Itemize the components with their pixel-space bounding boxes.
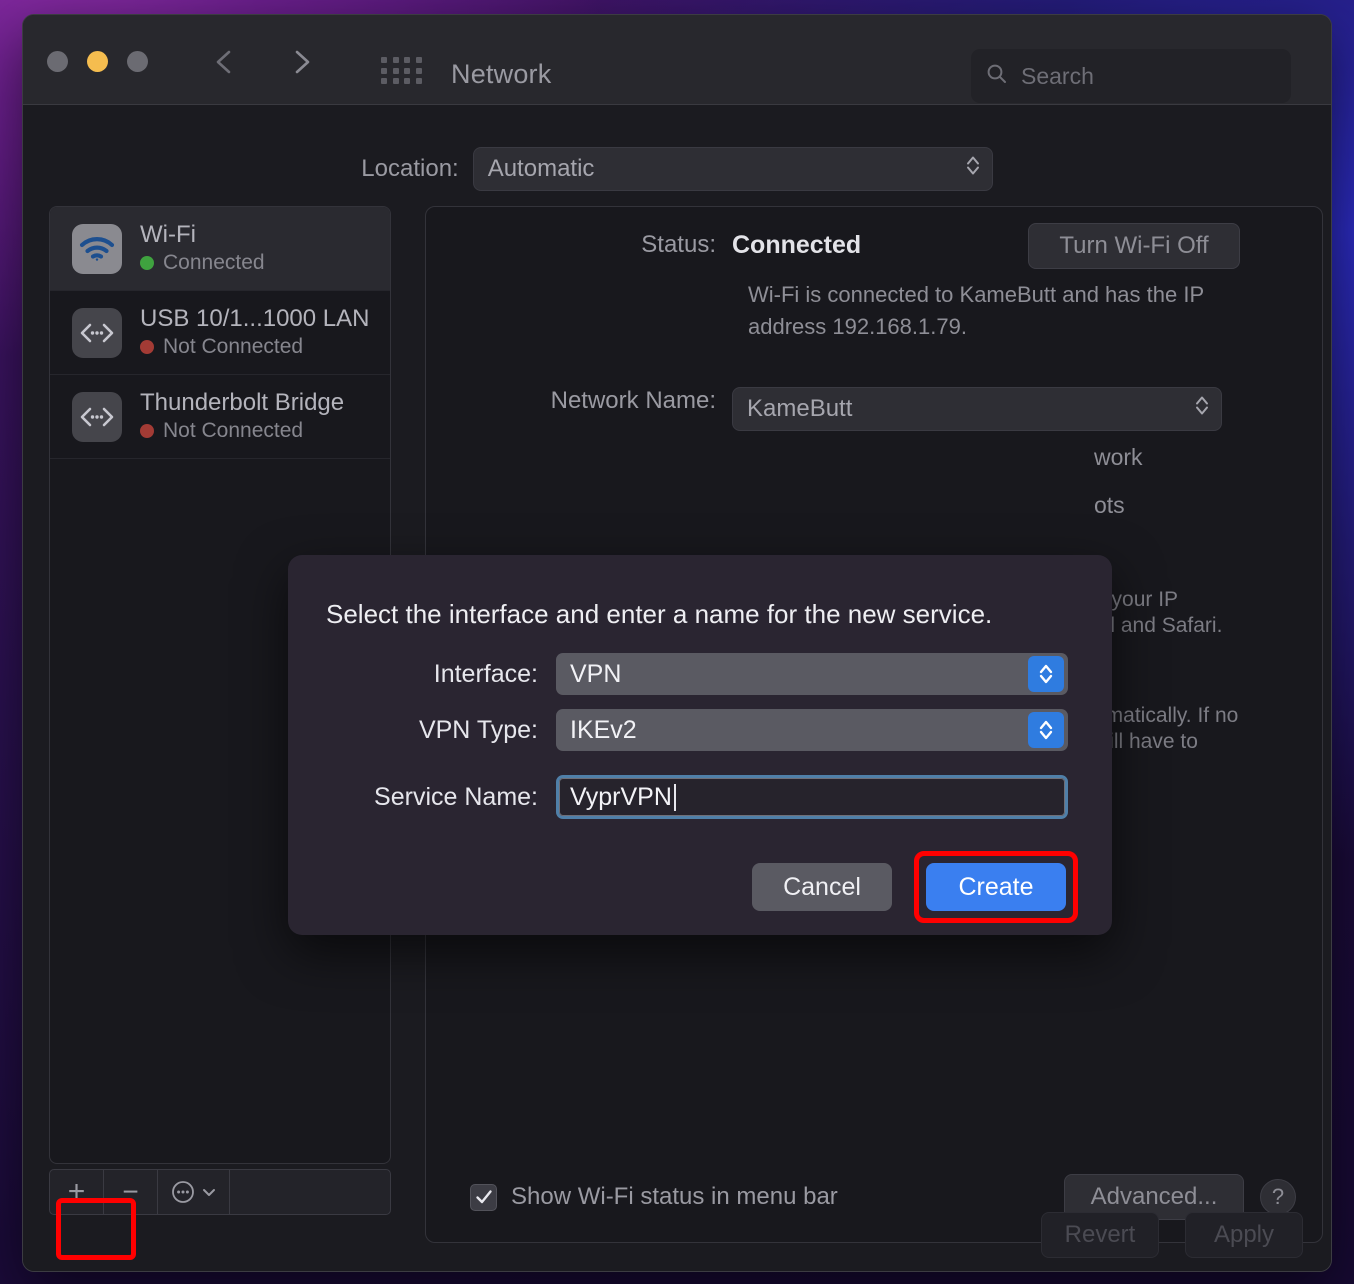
minimize-button[interactable] bbox=[87, 51, 108, 72]
location-row: Location: Automatic bbox=[23, 147, 1331, 191]
service-status: Not Connected bbox=[140, 335, 369, 359]
search-input[interactable]: Search bbox=[971, 49, 1291, 103]
create-button[interactable]: Create bbox=[926, 863, 1066, 911]
text-caret bbox=[674, 784, 676, 811]
chevron-updown-icon bbox=[964, 153, 982, 186]
service-status-label: Not Connected bbox=[163, 335, 303, 359]
zoom-button[interactable] bbox=[127, 51, 148, 72]
network-name-label: Network Name: bbox=[426, 387, 732, 415]
service-text-group: Wi-Fi Connected bbox=[140, 222, 265, 275]
vpn-type-value: IKEv2 bbox=[570, 716, 637, 745]
checkmark-icon bbox=[474, 1187, 494, 1207]
ellipsis-circle-icon bbox=[170, 1179, 196, 1205]
service-name: Wi-Fi bbox=[140, 222, 265, 249]
service-status-label: Not Connected bbox=[163, 419, 303, 443]
service-name-row: Service Name: VyprVPN bbox=[288, 775, 1068, 819]
service-status: Connected bbox=[140, 251, 265, 275]
interface-popup-button[interactable]: VPN bbox=[556, 653, 1068, 695]
interface-label: Interface: bbox=[288, 660, 556, 689]
status-dot-icon bbox=[140, 256, 154, 270]
search-placeholder: Search bbox=[1021, 63, 1094, 90]
services-toolbar: + − bbox=[49, 1169, 391, 1215]
service-row-usb-lan[interactable]: USB 10/1...1000 LAN Not Connected bbox=[50, 291, 390, 375]
location-label: Location: bbox=[361, 155, 458, 183]
service-status-label: Connected bbox=[163, 251, 265, 275]
wifi-icon bbox=[72, 224, 122, 274]
obscured-label-networks: work bbox=[1094, 444, 1143, 471]
chevron-down-icon bbox=[201, 1184, 217, 1200]
status-description: Wi-Fi is connected to KameButt and has t… bbox=[748, 279, 1248, 343]
service-action-menu-button[interactable] bbox=[158, 1170, 230, 1214]
chevron-updown-icon bbox=[1028, 712, 1064, 748]
service-name-label: Service Name: bbox=[288, 783, 556, 812]
search-icon bbox=[985, 62, 1009, 91]
vpn-type-popup-button[interactable]: IKEv2 bbox=[556, 709, 1068, 751]
ethernet-icon bbox=[72, 392, 122, 442]
traffic-lights bbox=[47, 51, 148, 72]
minus-icon: − bbox=[122, 1178, 138, 1206]
revert-button[interactable]: Revert bbox=[1041, 1212, 1159, 1258]
interface-value: VPN bbox=[570, 660, 621, 689]
network-name-row: Network Name: KameButt bbox=[426, 387, 1322, 431]
service-name: Thunderbolt Bridge bbox=[140, 390, 344, 417]
toolbar-empty-space bbox=[230, 1170, 390, 1214]
status-value: Connected bbox=[732, 231, 861, 260]
network-preferences-window: Network Search Location: Automatic bbox=[22, 14, 1332, 1272]
close-button[interactable] bbox=[47, 51, 68, 72]
status-dot-icon bbox=[140, 340, 154, 354]
service-text-group: Thunderbolt Bridge Not Connected bbox=[140, 390, 344, 443]
dialog-buttons: Cancel Create bbox=[752, 851, 1078, 923]
status-dot-icon bbox=[140, 424, 154, 438]
location-value: Automatic bbox=[488, 155, 978, 183]
service-status: Not Connected bbox=[140, 419, 344, 443]
dialog-title: Select the interface and enter a name fo… bbox=[326, 599, 992, 630]
chevron-updown-icon bbox=[1028, 656, 1064, 692]
new-service-dialog: Select the interface and enter a name fo… bbox=[288, 555, 1112, 935]
show-wifi-status-label: Show Wi-Fi status in menu bar bbox=[511, 1183, 838, 1211]
service-row-wifi[interactable]: Wi-Fi Connected bbox=[50, 207, 390, 291]
plus-icon: + bbox=[68, 1177, 86, 1207]
vpn-type-label: VPN Type: bbox=[288, 716, 556, 745]
service-name: USB 10/1...1000 LAN bbox=[140, 306, 369, 333]
obscured-text-safari: ail and Safari. bbox=[1094, 611, 1222, 641]
apply-buttons-group: Revert Apply bbox=[1041, 1212, 1303, 1258]
ethernet-icon bbox=[72, 308, 122, 358]
window-titlebar: Network Search bbox=[23, 15, 1331, 105]
window-content: Location: Automatic bbox=[23, 105, 1331, 1272]
apply-button[interactable]: Apply bbox=[1185, 1212, 1303, 1258]
back-chevron-icon[interactable] bbox=[208, 45, 242, 79]
chevron-updown-icon bbox=[1193, 393, 1211, 426]
interface-row: Interface: VPN bbox=[288, 653, 1068, 695]
turn-wifi-off-button[interactable]: Turn Wi-Fi Off bbox=[1028, 223, 1240, 269]
service-name-value: VyprVPN bbox=[570, 783, 672, 812]
network-name-popup-button[interactable]: KameButt bbox=[732, 387, 1222, 431]
navigation-buttons bbox=[208, 45, 318, 79]
location-popup-button[interactable]: Automatic bbox=[473, 147, 993, 191]
status-label: Status: bbox=[426, 231, 732, 259]
help-button[interactable]: ? bbox=[1260, 1179, 1296, 1215]
remove-service-button[interactable]: − bbox=[104, 1170, 158, 1214]
cancel-button[interactable]: Cancel bbox=[752, 863, 892, 911]
forward-chevron-icon[interactable] bbox=[284, 45, 318, 79]
service-name-focus-ring: VyprVPN bbox=[556, 775, 1068, 819]
service-name-input[interactable]: VyprVPN bbox=[559, 778, 1065, 816]
service-text-group: USB 10/1...1000 LAN Not Connected bbox=[140, 306, 369, 359]
service-row-thunderbolt-bridge[interactable]: Thunderbolt Bridge Not Connected bbox=[50, 375, 390, 459]
vpn-type-row: VPN Type: IKEv2 bbox=[288, 709, 1068, 751]
network-name-value: KameButt bbox=[747, 395, 1207, 423]
page-title: Network bbox=[451, 59, 551, 90]
show-all-grid-icon[interactable] bbox=[381, 57, 423, 85]
create-button-highlight: Create bbox=[914, 851, 1078, 923]
add-service-button[interactable]: + bbox=[50, 1170, 104, 1214]
show-wifi-status-checkbox[interactable] bbox=[470, 1184, 497, 1211]
obscured-label-hotspots: ots bbox=[1094, 492, 1125, 519]
